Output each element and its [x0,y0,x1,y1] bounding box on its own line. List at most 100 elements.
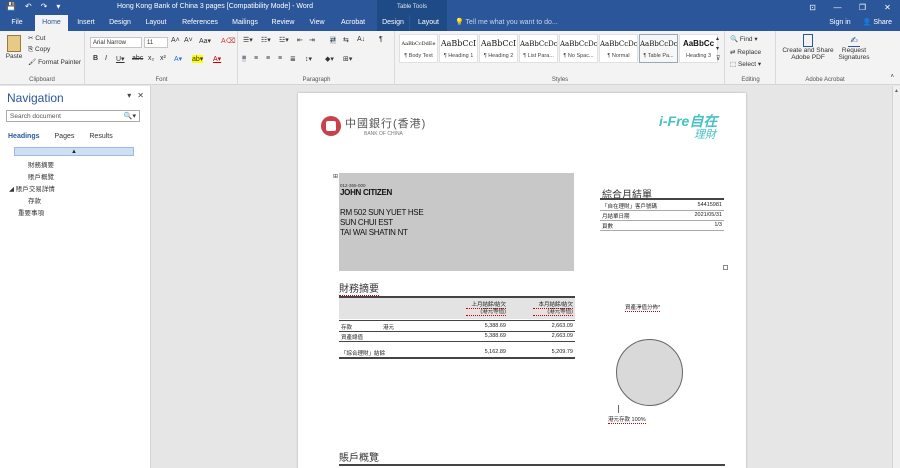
heading-item[interactable]: 賬戶概覽 [28,171,54,181]
styles-more-icon[interactable]: ⊽ [716,55,720,62]
close-button[interactable]: ✕ [875,0,900,15]
justify-icon[interactable]: ≡ [278,55,282,62]
rtl-icon[interactable]: ⇆ [343,36,349,44]
style-normal[interactable]: AaBbCcDc ¶ Normal [599,34,638,63]
style-heading-1[interactable]: AaBbCcI ¶ Heading 1 [439,34,478,63]
subscript-icon[interactable]: x₂ [148,55,154,62]
nav-tab-headings[interactable]: Headings [8,133,40,140]
show-formatting-icon[interactable]: ¶ [379,36,383,43]
align-center-icon[interactable]: ≡ [254,55,258,62]
collapse-ribbon-icon[interactable]: ˄ [890,74,894,80]
sort-icon[interactable]: A↓ [357,36,365,43]
ribbon-display-icon[interactable]: ⊡ [800,0,825,15]
tab-insert[interactable]: Insert [71,15,101,31]
strikethrough-icon[interactable]: abc [132,55,143,62]
account-overview-title: 賬戶概覽 [339,449,379,465]
borders-icon[interactable]: ⊞▾ [343,55,352,63]
heading-item[interactable]: 財務摘要 [28,159,54,169]
share-button[interactable]: 👤 Share [863,15,892,31]
change-case-icon[interactable]: Aa▾ [199,37,211,45]
tab-view[interactable]: View [303,15,331,31]
styles-group: AaBbCcDdEe ¶ Body Text AaBbCcI ¶ Heading 1… [396,31,725,85]
font-name-combo[interactable]: Arial Narrow [90,37,142,48]
tab-mailings[interactable]: Mailings [227,15,263,31]
sign-in-link[interactable]: Sign in [829,15,850,31]
create-share-pdf-button[interactable]: Create and Share Adobe PDF [781,34,835,61]
chevron-down-icon: ▾ [752,36,758,43]
format-painter-button[interactable]: 🖌 Format Painter [28,58,81,66]
replace-button[interactable]: ⇄ Replace [730,48,761,56]
close-pane-icon[interactable]: ✕ [137,91,144,100]
scroll-up-icon[interactable]: ▲ [893,88,900,94]
expand-triangle-icon[interactable]: ◢ [9,186,16,193]
bold-icon[interactable]: B [93,55,98,62]
tab-layout[interactable]: Layout [139,15,173,31]
style-no-spacing[interactable]: AaBbCcDc ¶ No Spac... [559,34,598,63]
text-direction-icon[interactable]: ⇄ [330,36,336,44]
selected-heading[interactable]: ▲ [14,147,134,156]
tab-home[interactable]: Home [35,15,68,31]
multilevel-list-icon[interactable]: ☳▾ [279,36,289,44]
underline-icon[interactable]: U▾ [116,55,125,63]
tab-file[interactable]: File [4,15,30,31]
document-page[interactable]: 中國銀行(香港) BANK OF CHINA i-Fre自在 理財 ⊞ 012-… [298,93,746,468]
styles-scroll-up-icon[interactable]: ▴ [716,35,719,42]
styles-scroll-down-icon[interactable]: ▾ [716,45,719,52]
asset-pie-chart [616,339,683,406]
style-list-paragraph[interactable]: AaBbCcDc ¶ List Para... [519,34,558,63]
tab-table-design[interactable]: Design [377,15,409,31]
highlight-icon[interactable]: ab▾ [192,55,204,63]
adobe-acrobat-group: Create and Share Adobe PDF ✍ Request Sig… [777,31,873,85]
table-resize-handle-icon[interactable] [723,265,728,270]
row-value: 2,663.09 [551,323,573,329]
clear-formatting-icon[interactable]: A⌫ [221,37,236,45]
request-signatures-button[interactable]: ✍ Request Signatures [837,34,871,61]
heading-item[interactable]: ◢ 賬戶交易詳情 [9,183,55,193]
copy-button[interactable]: ⎘ Copy [28,46,50,54]
tab-design[interactable]: Design [104,15,136,31]
style-heading-2[interactable]: AaBbCcI ¶ Heading 2 [479,34,518,63]
line-spacing-icon[interactable]: ↕▾ [305,55,312,63]
paste-button[interactable]: Paste [4,35,24,60]
numbering-icon[interactable]: ☷▾ [261,36,271,44]
grow-font-icon[interactable]: A˄ [171,37,180,44]
tab-references[interactable]: References [176,15,224,31]
font-color-icon[interactable]: A▾ [213,55,221,63]
summary-value: 1/3 [714,222,722,228]
select-button[interactable]: ⬚ Select ▾ [730,60,761,68]
divider [339,341,575,342]
shrink-font-icon[interactable]: A˅ [184,37,193,44]
nav-tab-pages[interactable]: Pages [55,133,75,140]
document-area[interactable]: 中國銀行(香港) BANK OF CHINA i-Fre自在 理財 ⊞ 012-… [152,86,892,468]
style-body-text[interactable]: AaBbCcDdEe ¶ Body Text [399,34,438,63]
distributed-icon[interactable]: ≣ [290,55,296,63]
style-heading-3[interactable]: AaBbCc Heading 3 [679,34,718,63]
pane-options-icon[interactable]: ▾ [127,91,131,100]
restore-button[interactable]: ❐ [850,0,875,15]
clipboard-group: Paste ✂ Cut ⎘ Copy 🖌 Format Painter Clip… [0,31,85,85]
cut-button[interactable]: ✂ Cut [28,34,45,42]
align-right-icon[interactable]: ≡ [266,55,270,62]
tab-table-layout[interactable]: Layout [410,15,447,31]
minimize-button[interactable]: — [825,0,850,15]
table-move-handle-icon[interactable]: ⊞ [333,173,338,180]
nav-tab-results[interactable]: Results [89,133,112,140]
vertical-scrollbar[interactable]: ▲ [892,86,900,468]
text-effects-icon[interactable]: A▾ [174,55,182,63]
heading-item[interactable]: 重要事項 [18,207,44,217]
superscript-icon[interactable]: x² [160,55,166,62]
style-table-paragraph[interactable]: AaBbCcDc ¶ Table Pa... [639,34,678,63]
find-button[interactable]: 🔍 Find ▾ [730,35,758,43]
italic-icon[interactable]: I [105,55,107,62]
tab-review[interactable]: Review [266,15,300,31]
tab-acrobat[interactable]: Acrobat [334,15,372,31]
increase-indent-icon[interactable]: ⇥ [309,36,315,44]
decrease-indent-icon[interactable]: ⇤ [297,36,303,44]
align-left-icon[interactable]: ≡ [242,55,247,62]
search-document-input[interactable]: Search document 🔍▾ [6,110,140,122]
tell-me-box[interactable]: 💡 Tell me what you want to do... [455,15,558,31]
shading-icon[interactable]: ◆▾ [325,55,334,63]
heading-item[interactable]: 存款 [28,195,41,205]
font-size-combo[interactable]: 11 [144,37,168,48]
bullets-icon[interactable]: ☰▾ [243,36,253,44]
